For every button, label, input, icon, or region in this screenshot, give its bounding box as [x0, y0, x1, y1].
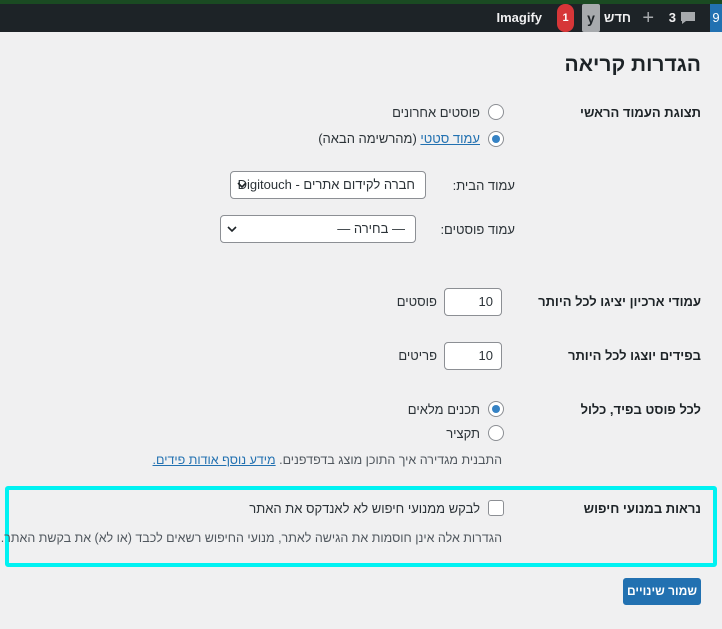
save-changes-button[interactable]: שמור שינויים	[623, 578, 701, 605]
homepage-select-value: חברה לקידום אתרים - Digitouch	[237, 177, 415, 192]
comment-bubble-icon[interactable]	[680, 4, 696, 32]
homepage-select[interactable]: חברה לקידום אתרים - Digitouch	[230, 171, 426, 199]
radio-static-page-label: עמוד סטטי (מהרשימה הבאה)	[318, 131, 480, 146]
feed-content-description: התבנית מגדירה איך התוכן מוצג בדפדפנים. מ…	[153, 453, 502, 467]
radio-excerpt[interactable]	[488, 425, 504, 441]
front-page-label: תצוגת העמוד הראשי	[580, 105, 701, 120]
feed-content-label: לכל פוסט בפיד, כלול	[580, 402, 701, 417]
discourage-search-label: לבקש ממנועי חיפוש לא לאנדקס את האתר	[249, 501, 480, 516]
comments-count[interactable]: 3	[669, 4, 676, 32]
homepage-label: עמוד הבית:	[452, 178, 515, 193]
search-visibility-description: הגדרות אלה אינן חוסמות את הגישה לאתר, מנ…	[0, 531, 502, 545]
blog-pages-unit: פוסטים	[396, 294, 437, 309]
posts-page-select[interactable]: — בחירה —	[220, 215, 416, 243]
feed-description-text: התבנית מגדירה איך התוכן מוצג בדפדפנים.	[279, 453, 502, 467]
discourage-search-checkbox[interactable]	[488, 500, 504, 516]
radio-static-page[interactable]	[488, 131, 504, 147]
notification-badge[interactable]: 1	[557, 4, 574, 32]
blog-pages-input[interactable]: 10	[444, 288, 502, 316]
search-visibility-label: נראות במנועי חיפוש	[583, 501, 701, 516]
admin-bar: 9 3 + חדש y 1 Imagify	[0, 4, 722, 32]
yoast-logo-icon[interactable]: y	[582, 4, 600, 32]
new-content-link[interactable]: חדש	[604, 4, 631, 32]
search-visibility-highlight	[5, 486, 717, 567]
radio-full-text-label: תכנים מלאים	[407, 402, 480, 417]
radio-excerpt-label: תקציר	[446, 426, 480, 441]
plus-icon[interactable]: +	[642, 4, 654, 32]
radio-full-text[interactable]	[488, 401, 504, 417]
static-page-note: (מהרשימה הבאה)	[318, 131, 417, 146]
admin-bar-edge-item[interactable]: 9	[710, 4, 722, 32]
page-title: הגדרות קריאה	[564, 53, 702, 76]
posts-page-select-value: — בחירה —	[337, 221, 405, 236]
posts-page-label: עמוד פוסטים:	[440, 222, 515, 237]
radio-latest-posts[interactable]	[488, 104, 504, 120]
radio-latest-posts-label: פוסטים אחרונים	[392, 105, 480, 120]
feed-items-label: בפידים יוצגו לכל היותר	[567, 348, 701, 363]
blog-pages-label: עמודי ארכיון יציגו לכל היותר	[538, 294, 701, 309]
feeds-info-link[interactable]: מידע נוסף אודות פידים.	[153, 453, 276, 467]
static-page-link[interactable]: עמוד סטטי	[420, 131, 480, 146]
chevron-down-icon	[227, 226, 237, 233]
chevron-down-icon	[237, 182, 247, 189]
feed-items-unit: פריטים	[398, 348, 437, 363]
feed-items-input[interactable]: 10	[444, 342, 502, 370]
imagify-link[interactable]: Imagify	[496, 4, 542, 32]
